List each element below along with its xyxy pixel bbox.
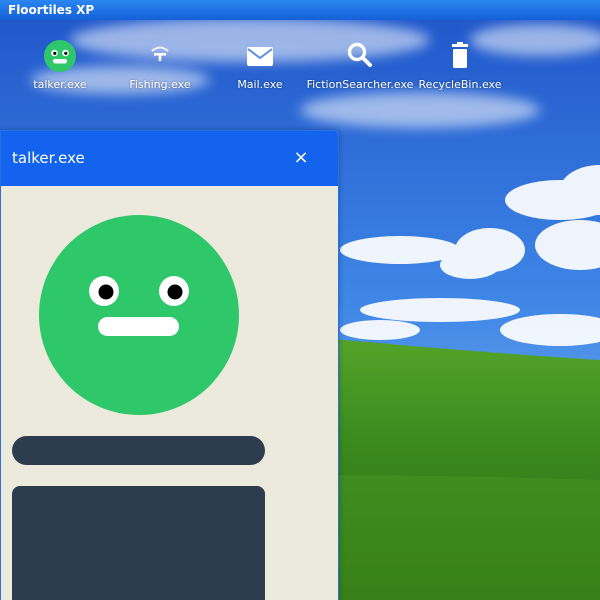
- talker-window: talker.exe ×: [0, 130, 339, 600]
- envelope-icon: [242, 38, 278, 74]
- smiley-face-icon: [42, 38, 78, 74]
- desktop-icon-label: RecycleBin.exe: [418, 78, 502, 91]
- desktop-icon-fishing[interactable]: Fishing.exe: [105, 38, 215, 98]
- name-bar: [12, 436, 265, 465]
- close-icon: ×: [293, 147, 309, 168]
- talker-face-avatar: [39, 215, 239, 419]
- desktop-icon-recycle-bin[interactable]: RecycleBin.exe: [405, 38, 515, 98]
- desktop-icon-fiction-searcher[interactable]: FictionSearcher.exe: [305, 38, 415, 98]
- fishing-hook-icon: [142, 38, 178, 74]
- desktop: Floortiles XP talker.exe Fishing.exe Mai…: [0, 0, 600, 600]
- window-title: talker.exe: [12, 149, 85, 167]
- magnifier-icon: [342, 38, 378, 74]
- desktop-icon-label: Fishing.exe: [129, 78, 191, 91]
- desktop-icon-talker[interactable]: talker.exe: [5, 38, 115, 98]
- desktop-icon-label: Mail.exe: [237, 78, 283, 91]
- close-button[interactable]: ×: [290, 147, 312, 169]
- top-bar: Floortiles XP: [0, 0, 600, 20]
- message-area[interactable]: [12, 486, 265, 600]
- desktop-icon-label: FictionSearcher.exe: [306, 78, 414, 91]
- desktop-icon-mail[interactable]: Mail.exe: [205, 38, 315, 98]
- trash-can-icon: [442, 38, 478, 74]
- window-title-bar[interactable]: talker.exe ×: [1, 131, 338, 186]
- desktop-icon-label: talker.exe: [33, 78, 87, 91]
- os-title: Floortiles XP: [8, 3, 95, 17]
